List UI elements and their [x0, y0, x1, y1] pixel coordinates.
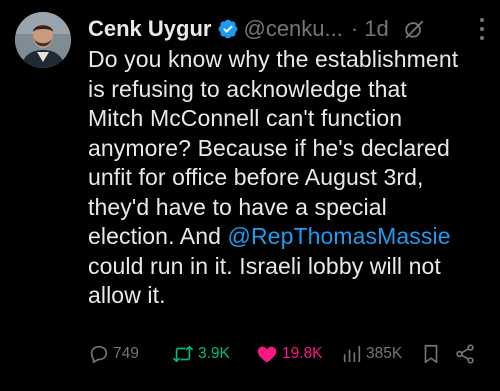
tweet-text: Do you know why the establishment is ref… — [88, 45, 488, 311]
retweet-count: 3.9K — [198, 345, 230, 362]
verified-badge-icon — [219, 19, 238, 39]
post-time[interactable]: 1d — [364, 16, 388, 42]
action-bar: 749 3.9K 19.8K 385K — [88, 340, 493, 368]
tweet-text-part-2: could run in it. Israeli lobby will not … — [88, 252, 441, 309]
mention-link[interactable]: @RepThomasMassie — [228, 223, 451, 249]
like-count: 19.8K — [282, 345, 323, 362]
share-icon — [456, 344, 474, 364]
author-name[interactable]: Cenk Uygur — [88, 16, 211, 42]
view-count: 385K — [366, 345, 403, 362]
reply-count: 749 — [113, 345, 139, 362]
bookmark-button[interactable] — [420, 340, 442, 368]
share-button[interactable] — [454, 340, 476, 368]
avatar[interactable] — [15, 12, 71, 68]
reply-icon — [90, 345, 108, 364]
tweet-text-part-1: Do you know why the establishment is ref… — [88, 46, 459, 249]
bookmark-icon — [424, 344, 438, 364]
avatar-image — [15, 12, 71, 68]
tweet-header: Cenk Uygur @cenku... · 1d — [88, 12, 425, 46]
views-button[interactable]: 385K — [341, 340, 402, 368]
grok-icon[interactable] — [403, 18, 425, 40]
like-button[interactable]: 19.8K — [255, 340, 323, 368]
retweet-icon — [173, 345, 193, 363]
separator-dot: · — [350, 16, 359, 41]
retweet-button[interactable]: 3.9K — [171, 340, 230, 368]
views-icon — [343, 345, 361, 363]
tweet[interactable]: Cenk Uygur @cenku... · 1d Do you know wh… — [0, 0, 500, 391]
like-icon — [257, 346, 277, 363]
more-icon[interactable] — [478, 18, 486, 40]
author-handle[interactable]: @cenku... — [243, 16, 342, 42]
reply-button[interactable]: 749 — [88, 340, 139, 368]
